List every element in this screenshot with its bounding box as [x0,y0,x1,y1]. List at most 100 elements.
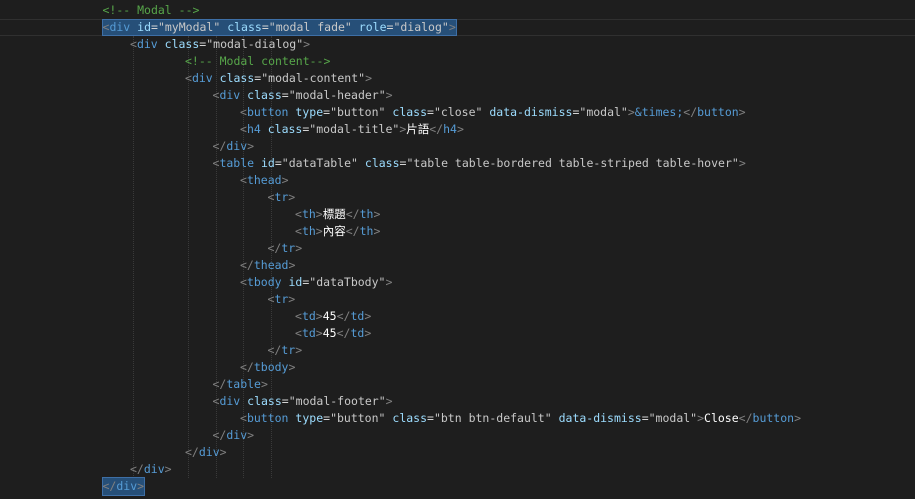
code-line[interactable]: <th>內容</th> [0,223,915,240]
code-line[interactable]: <table id="dataTable" class="table table… [0,155,915,172]
code-line[interactable]: <td>45</td> [0,308,915,325]
code-token: = [427,105,434,119]
code-text: <th>標題</th> [295,206,380,223]
code-token: = [427,411,434,425]
code-token: "myModal" [157,20,221,34]
code-token: > [385,394,393,408]
code-token: > [456,122,464,136]
code-text: </table> [213,376,268,393]
code-line[interactable]: <tr> [0,291,915,308]
code-token: > [365,71,373,85]
code-token: button [697,105,739,119]
code-token: "modal-dialog" [206,37,304,51]
code-text: </div> [130,461,172,478]
code-token: = [641,411,649,425]
code-line[interactable]: </table> [0,376,915,393]
code-token: class [364,156,400,170]
code-token: id [288,275,303,289]
code-line[interactable]: <thead> [0,172,915,189]
code-line[interactable]: <div class="modal-content"> [0,70,915,87]
code-token: > [385,275,393,289]
code-line[interactable]: <div id="myModal" class="modal fade" rol… [0,19,915,36]
code-line[interactable]: <!-- Modal --> [0,2,915,19]
code-token: > [373,224,381,238]
code-token: > [295,241,303,255]
code-line[interactable]: </tbody> [0,359,915,376]
code-token: > [738,105,746,119]
code-token: > [288,190,296,204]
code-token: "modal" [648,411,698,425]
code-text: <!-- Modal --> [103,2,200,19]
code-line[interactable]: <h4 class="modal-title">片語</h4> [0,121,915,138]
code-line[interactable]: <tr> [0,189,915,206]
code-line[interactable]: <td>45</td> [0,325,915,342]
code-line[interactable]: </div> [0,477,915,496]
code-text: <td>45</td> [295,325,371,342]
code-token: < [295,309,302,323]
code-line[interactable]: </div> [0,461,915,478]
code-token: </ [130,462,144,476]
code-line[interactable]: </div> [0,427,915,444]
code-token: "btn btn-default" [433,411,552,425]
code-token: </ [267,343,282,357]
code-editor[interactable]: <!-- Modal --> <div id="myModal" class="m… [0,0,915,499]
code-token: > [364,309,372,323]
code-token: Close [704,411,739,425]
code-token: button [752,411,795,425]
code-line[interactable]: <th>標題</th> [0,206,915,223]
code-token: div [198,445,220,459]
code-token: < [130,37,137,51]
code-token: tr [281,343,296,357]
code-token: div [219,394,241,408]
code-token: = [261,20,269,34]
code-token: > [247,428,255,442]
code-token: tr [274,292,289,306]
code-token: "modal-footer" [288,394,386,408]
code-text: <div class="modal-footer"> [213,393,393,410]
code-token: 片語 [406,122,430,136]
code-token: class [164,37,200,51]
code-token: td [350,326,365,340]
code-line[interactable]: </tr> [0,342,915,359]
selected-code: <div id="myModal" class="modal fade" rol… [101,19,457,36]
code-token: role [358,20,387,34]
code-line[interactable]: <button type="button" class="close" data… [0,104,915,121]
code-line[interactable]: </tr> [0,240,915,257]
code-line[interactable]: <button type="button" class="btn btn-def… [0,410,915,427]
code-token: < [295,326,302,340]
selected-code: </div> [101,477,146,496]
code-line[interactable]: <tbody id="dataTbody"> [0,274,915,291]
code-token: </ [683,105,698,119]
code-token: </ [185,445,199,459]
code-text: </thead> [240,257,295,274]
code-text: </tr> [268,240,303,257]
code-token: > [288,258,296,272]
code-text: <button type="button" class="btn btn-def… [240,410,801,427]
code-token: th [301,224,316,238]
code-token: > [627,105,635,119]
code-line[interactable]: </div> [0,138,915,155]
code-line[interactable]: </thead> [0,257,915,274]
code-line[interactable]: </div> [0,444,915,461]
code-token: < [185,71,192,85]
code-token: table [226,377,261,391]
code-line[interactable]: <!-- Modal content--> [0,53,915,70]
code-token: </ [212,139,227,153]
code-line[interactable]: <div class="modal-dialog"> [0,36,915,53]
code-token: < [295,224,302,238]
code-token: "modal-title" [309,122,400,136]
code-text: <tr> [268,189,296,206]
code-token: </ [336,326,351,340]
code-token: </ [102,479,117,493]
code-token: > [794,411,801,425]
code-token: "table table-bordered table-striped tabl… [406,156,739,170]
code-token: class [247,394,282,408]
code-line[interactable]: <div class="modal-footer"> [0,393,915,410]
code-token: </ [345,224,360,238]
code-token: > [448,20,456,34]
code-line[interactable]: <div class="modal-header"> [0,87,915,104]
